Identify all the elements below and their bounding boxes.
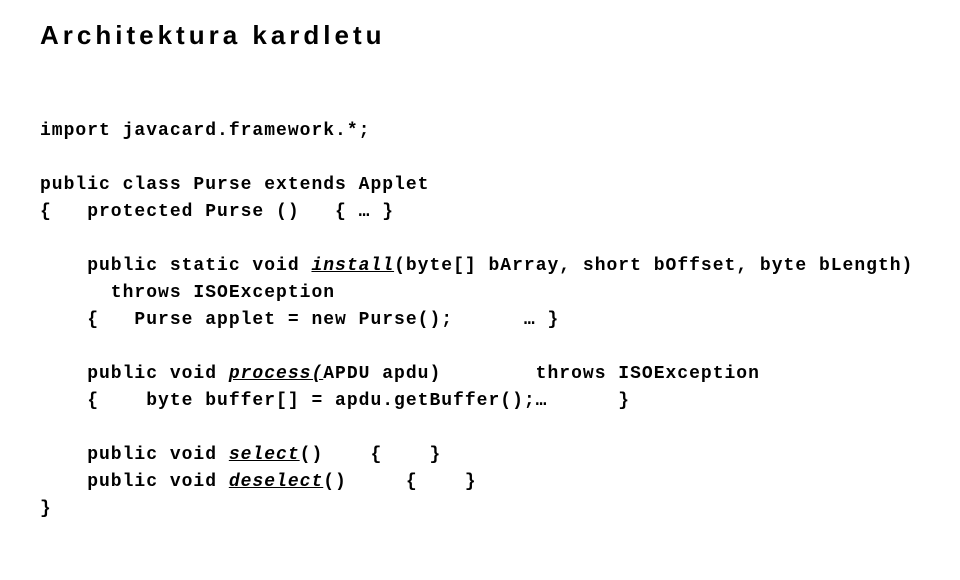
code-line-body1: { Purse applet = new Purse(); … } (40, 310, 559, 330)
code-line-throws1: throws ISOException (40, 283, 335, 303)
page-title: Architektura kardletu (40, 20, 920, 51)
select-method: select (229, 445, 300, 465)
deselect-method: deselect (229, 472, 323, 492)
install-method: install (311, 256, 394, 276)
code-line-install-pre: public static void (40, 256, 311, 276)
code-line-process-post: APDU apdu) throws ISOException (323, 364, 760, 384)
code-line-body2: { byte buffer[] = apdu.getBuffer();… } (40, 391, 630, 411)
code-line-deselect-pre: public void (40, 472, 229, 492)
code-line-import: import javacard.framework.*; (40, 121, 370, 141)
code-line-install-post: (byte[] bArray, short bOffset, byte bLen… (394, 256, 913, 276)
code-line-close: } (40, 499, 52, 519)
code-line-select-pre: public void (40, 445, 229, 465)
code-line-select-post: () { } (300, 445, 442, 465)
code-line-class: public class Purse extends Applet (40, 175, 429, 195)
code-line-ctor: { protected Purse () { … } (40, 202, 394, 222)
code-line-deselect-post: () { } (323, 472, 476, 492)
process-method: process( (229, 364, 323, 384)
code-line-process-pre: public void (40, 364, 229, 384)
code-block: import javacard.framework.*; public clas… (40, 91, 920, 523)
